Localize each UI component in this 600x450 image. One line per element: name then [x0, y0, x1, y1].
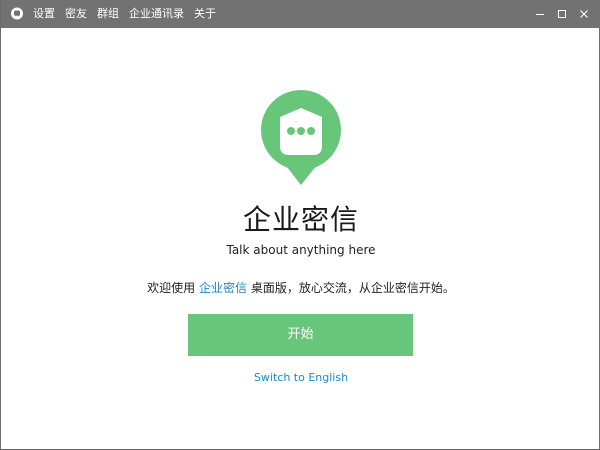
app-window: 设置 密友 群组 企业通讯录 关于 企业密信 Talk about anythi…	[0, 0, 600, 450]
menu-item-about[interactable]: 关于	[194, 0, 216, 28]
close-button[interactable]	[573, 0, 595, 28]
welcome-screen: 企业密信 Talk about anything here 欢迎使用 企业密信 …	[1, 28, 600, 450]
minimize-icon	[536, 14, 544, 15]
title-bar: 设置 密友 群组 企业通讯录 关于	[1, 0, 600, 28]
start-button[interactable]: 开始	[188, 314, 413, 356]
maximize-button[interactable]	[551, 0, 573, 28]
welcome-prefix: 欢迎使用	[147, 281, 199, 295]
product-link[interactable]: 企业密信	[199, 281, 247, 295]
welcome-suffix: 桌面版，放心交流，从企业密信开始。	[247, 281, 455, 295]
welcome-message: 欢迎使用 企业密信 桌面版，放心交流，从企业密信开始。	[1, 279, 600, 297]
minimize-button[interactable]	[529, 0, 551, 28]
maximize-icon	[558, 10, 566, 18]
switch-language-link[interactable]: Switch to English	[1, 370, 600, 386]
menu-item-groups[interactable]: 群组	[97, 0, 119, 28]
product-title: 企业密信	[242, 203, 359, 236]
menu-bar: 设置 密友 群组 企业通讯录 关于	[33, 0, 226, 28]
menu-item-enterprise-contacts[interactable]: 企业通讯录	[129, 0, 184, 28]
slogan: Talk about anything here	[226, 243, 376, 257]
menu-item-close-friends[interactable]: 密友	[65, 0, 87, 28]
window-controls	[529, 0, 600, 28]
menu-item-settings[interactable]: 设置	[33, 0, 55, 28]
chat-bubble-dots-icon	[259, 89, 343, 189]
close-icon	[580, 10, 588, 18]
chat-bubble-icon	[10, 7, 24, 21]
